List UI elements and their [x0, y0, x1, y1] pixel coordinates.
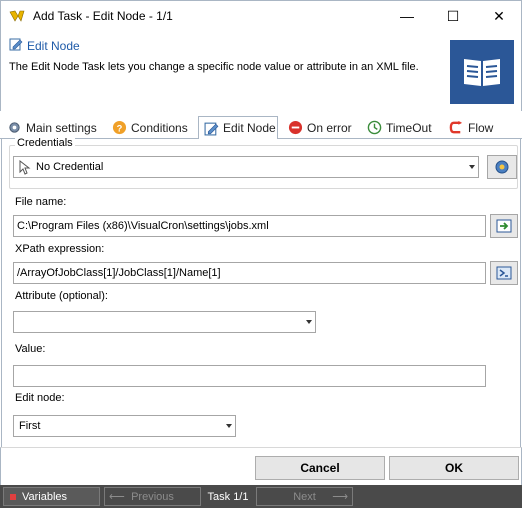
tab-conditions[interactable]: ? Conditions [111, 116, 188, 139]
edit-node-dropdown[interactable]: First [13, 415, 236, 437]
dialog-footer: Cancel OK [0, 447, 522, 485]
credentials-selected: No Credential [36, 161, 104, 173]
edit-node-label: Edit node: [15, 392, 65, 404]
svg-text:?: ? [116, 123, 122, 133]
ok-button[interactable]: OK [389, 456, 519, 480]
header-title: Edit Node [27, 39, 80, 53]
credentials-dropdown[interactable]: No Credential [13, 156, 479, 178]
credentials-label: Credentials [15, 137, 75, 149]
maximize-button[interactable]: ☐ [430, 1, 476, 31]
edit-node-value: First [19, 420, 41, 432]
tab-label: Edit Node [223, 121, 276, 135]
error-icon [287, 120, 303, 136]
credentials-settings-button[interactable] [487, 155, 517, 179]
xpath-input[interactable]: /ArrayOfJobClass[1]/JobClass[1]/Name[1] [13, 262, 486, 284]
value-input[interactable] [13, 365, 486, 387]
flow-icon [448, 120, 464, 136]
tab-edit-node[interactable]: Edit Node [198, 116, 278, 140]
tab-label: Flow [468, 120, 494, 135]
file-name-input[interactable]: C:\Program Files (x86)\VisualCron\settin… [13, 215, 486, 237]
tab-timeout[interactable]: TimeOut [366, 116, 432, 139]
arrow-left-icon: ⟵ [109, 491, 125, 503]
edit-node-panel: Credentials No Credential File name: C:\… [1, 137, 521, 447]
variables-icon [10, 493, 16, 500]
previous-button[interactable]: ⟵ Previous [104, 487, 201, 506]
status-bar: Variables ⟵ Previous Task 1/1 Next ⟶ [0, 485, 522, 508]
tab-label: On error [307, 120, 352, 135]
gear-icon [6, 120, 22, 136]
question-icon: ? [111, 120, 127, 136]
tab-flow[interactable]: Flow [448, 116, 493, 139]
tab-strip: Main settings ? Conditions Edit Node On … [0, 116, 522, 140]
cursor-icon [19, 160, 31, 175]
browse-file-button[interactable] [490, 214, 518, 238]
xpath-label: XPath expression: [15, 243, 105, 255]
timeout-icon [366, 120, 382, 136]
edit-node-icon [203, 120, 219, 136]
tab-main-settings[interactable]: Main settings [6, 116, 97, 139]
variables-button[interactable]: Variables [3, 487, 100, 506]
task-header: Edit Node The Edit Node Task lets you ch… [0, 31, 522, 111]
next-label: Next [293, 490, 316, 503]
chevron-down-icon [226, 424, 232, 428]
file-name-label: File name: [15, 196, 67, 208]
open-book-icon [450, 40, 514, 104]
browse-arrow-icon [496, 219, 512, 233]
previous-label: Previous [131, 490, 174, 503]
xpath-builder-button[interactable] [490, 261, 518, 285]
header-description: The Edit Node Task lets you change a spe… [9, 61, 419, 73]
variables-label: Variables [22, 490, 68, 503]
arrow-right-icon: ⟶ [332, 491, 348, 503]
minimize-button[interactable]: — [384, 1, 430, 31]
xpath-builder-icon [496, 266, 512, 280]
credentials-group: Credentials No Credential [9, 137, 518, 189]
task-counter: Task 1/1 [207, 490, 249, 503]
tab-label: Main settings [26, 120, 97, 135]
title-bar: Add Task - Edit Node - 1/1 — ☐ ✕ [0, 0, 522, 31]
attribute-label: Attribute (optional): [15, 290, 108, 302]
gear-icon [495, 160, 509, 174]
attribute-dropdown[interactable] [13, 311, 316, 333]
next-button[interactable]: Next ⟶ [256, 487, 353, 506]
edit-node-icon [9, 38, 23, 51]
value-label: Value: [15, 343, 46, 355]
tab-on-error[interactable]: On error [287, 116, 352, 139]
tab-label: TimeOut [386, 120, 432, 135]
window-title: Add Task - Edit Node - 1/1 [33, 9, 173, 23]
close-button[interactable]: ✕ [476, 1, 522, 31]
cancel-button[interactable]: Cancel [255, 456, 385, 480]
chevron-down-icon [306, 320, 312, 324]
visualcron-logo-icon [9, 10, 25, 22]
tab-label: Conditions [131, 120, 188, 135]
chevron-down-icon [469, 165, 475, 169]
